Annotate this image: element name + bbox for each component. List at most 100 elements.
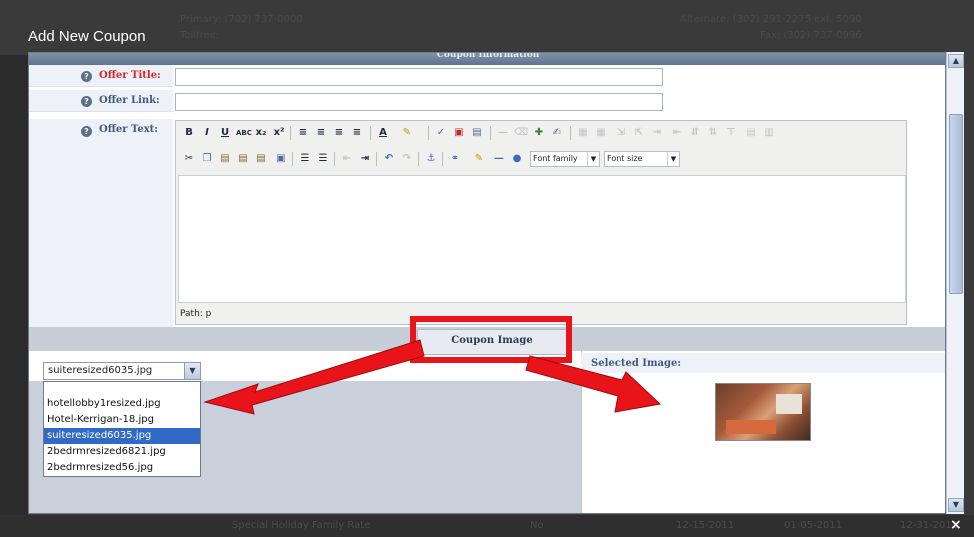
coupon-image-select[interactable]: suiteresized6035.jpg ▼ — [43, 362, 201, 380]
help-icon[interactable]: ? — [81, 96, 92, 107]
paste-icon[interactable]: ▤ — [218, 152, 232, 166]
split-cell-icon[interactable]: ⇵ — [688, 126, 702, 140]
dropdown-option[interactable]: 2bedrmresized6821.jpg — [44, 444, 200, 460]
toolbar-separator — [334, 152, 335, 166]
dropdown-option[interactable]: hotellobby1resized.jpg — [44, 396, 200, 412]
align-center-icon[interactable]: ≡ — [314, 126, 328, 140]
background-table-row: Special Holiday Family Rate No 12-15-201… — [0, 515, 974, 537]
numbered-list-icon[interactable]: ☰ — [316, 152, 330, 166]
dropdown-option[interactable]: Hotel-Kerrigan-18.jpg — [44, 412, 200, 428]
rich-text-editor: B I U ABC x₂ x² ≡ ≡ ≡ ≡ A ✎ ✓ ▣ ▤ — ⌫ ✚ … — [175, 120, 907, 325]
spellcheck-icon[interactable]: ✓ — [434, 126, 448, 140]
select-all-icon[interactable]: ▣ — [274, 152, 288, 166]
offer-title-input[interactable] — [175, 68, 663, 86]
italic-icon[interactable]: I — [200, 126, 214, 140]
highlight-color-icon[interactable]: ✎ — [400, 126, 414, 140]
thumbnail-bed — [726, 420, 776, 434]
offer-text-label-cell: ? Offer Text: — [29, 119, 173, 329]
insert-icon[interactable]: ✚ — [532, 126, 546, 140]
col-insert-icon[interactable]: ⇥ — [650, 126, 664, 140]
background-sidebar — [0, 55, 28, 515]
background-alternate-phone: Alternate: (302) 291-2275 ext. 5090 — [680, 14, 862, 25]
offer-link-label: Offer Link: — [99, 95, 160, 106]
bullet-list-icon[interactable]: ☰ — [298, 152, 312, 166]
redo-icon[interactable]: ↷ — [400, 152, 414, 166]
link-icon[interactable]: ⚭ — [448, 152, 462, 166]
editor-content-area[interactable] — [178, 175, 906, 303]
offer-link-input[interactable] — [175, 93, 663, 111]
font-family-select[interactable]: Font family ▼ — [530, 151, 600, 167]
subscript-icon[interactable]: x₂ — [254, 126, 268, 140]
scroll-down-icon[interactable]: ▼ — [948, 498, 964, 512]
text-color-icon[interactable]: A — [376, 126, 390, 140]
editor-toolbar-row-1: B I U ABC x₂ x² ≡ ≡ ≡ ≡ A ✎ ✓ ▣ ▤ — ⌫ ✚ … — [178, 123, 906, 145]
indent-icon[interactable]: ⇥ — [358, 152, 372, 166]
strikethrough-icon[interactable]: ABC — [236, 126, 252, 140]
dropdown-option[interactable]: 2bedrmresized56.jpg — [44, 460, 200, 476]
col-delete-icon[interactable]: ⇤ — [670, 126, 684, 140]
font-family-value: Font family — [533, 154, 578, 163]
outdent-icon[interactable]: ⇤ — [340, 152, 354, 166]
table-border-icon[interactable]: ▤ — [744, 126, 758, 140]
background-fax: Fax: (302) 737-0996 — [760, 30, 862, 41]
coupon-modal: Coupon Information ? Offer Title: ? Offe… — [28, 52, 946, 514]
offer-link-label-cell: ? Offer Link: — [29, 90, 173, 112]
selected-image-thumbnail — [715, 383, 811, 441]
chevron-down-icon: ▼ — [667, 152, 679, 166]
copy-icon[interactable]: ❐ — [200, 152, 214, 166]
background-row-name: Special Holiday Family Rate — [232, 520, 371, 531]
justify-icon[interactable]: ≡ — [350, 126, 364, 140]
chevron-down-icon[interactable]: ▼ — [184, 363, 200, 379]
scroll-up-icon[interactable]: ▲ — [948, 54, 964, 68]
help-circle-icon[interactable]: ● — [510, 152, 524, 166]
modal-scrollbar[interactable]: ▲ ▼ — [946, 52, 964, 514]
align-right-icon[interactable]: ≡ — [332, 126, 346, 140]
row-insert-icon[interactable]: ⇲ — [614, 126, 628, 140]
cleanup-icon[interactable]: — — [492, 152, 506, 166]
chevron-down-icon: ▼ — [587, 152, 599, 166]
section-title: Coupon Information — [436, 52, 540, 60]
coupon-image-select-value: suiteresized6035.jpg — [48, 365, 153, 376]
dropdown-option-selected[interactable]: suiteresized6035.jpg — [44, 428, 200, 444]
background-row-col2: No — [530, 520, 544, 531]
cut-icon[interactable]: ✂ — [182, 152, 196, 166]
toolbar-separator — [442, 152, 443, 166]
toolbar-separator — [490, 126, 491, 140]
undo-icon[interactable]: ↶ — [382, 152, 396, 166]
scroll-thumb[interactable] — [949, 114, 963, 294]
toolbar-separator — [428, 126, 429, 140]
coupon-image-dropdown: hotellobby1resized.jpg Hotel-Kerrigan-18… — [43, 381, 201, 477]
media-icon[interactable]: ▤ — [470, 126, 484, 140]
help-icon[interactable]: ? — [81, 126, 92, 137]
merge-cell-icon[interactable]: ⇅ — [706, 126, 720, 140]
cell-props-icon[interactable]: ⊤ — [724, 126, 738, 140]
font-size-value: Font size — [607, 154, 643, 163]
anchor-icon[interactable]: ⚓ — [424, 152, 438, 166]
toolbar-separator — [570, 126, 571, 140]
remove-format-icon[interactable]: ⌫ — [514, 126, 528, 140]
coupon-image-header: Coupon Image — [417, 329, 567, 355]
underline-icon[interactable]: U — [218, 126, 232, 140]
row-delete-icon[interactable]: ⇱ — [632, 126, 646, 140]
background-row-date2: 01-05-2011 — [784, 520, 843, 531]
unlink-icon[interactable]: ✎ — [472, 152, 486, 166]
edit-icon[interactable]: ✍ — [550, 126, 564, 140]
toolbar-separator — [376, 152, 377, 166]
align-left-icon[interactable]: ≡ — [296, 126, 310, 140]
close-icon[interactable]: × — [950, 517, 962, 533]
help-icon[interactable]: ? — [81, 71, 92, 82]
paste-text-icon[interactable]: ▤ — [236, 152, 250, 166]
toolbar-separator — [418, 152, 419, 166]
table-props-icon[interactable]: ▦ — [594, 126, 608, 140]
superscript-icon[interactable]: x² — [272, 126, 286, 140]
paste-word-icon[interactable]: ▤ — [254, 152, 268, 166]
table-icon[interactable]: ▦ — [576, 126, 590, 140]
font-size-select[interactable]: Font size ▼ — [604, 151, 680, 167]
horizontal-rule-icon[interactable]: — — [496, 126, 510, 140]
bold-icon[interactable]: B — [182, 126, 196, 140]
image-icon[interactable]: ▣ — [452, 126, 466, 140]
section-header: Coupon Information — [29, 52, 945, 65]
background-tollfree: Tollfree: — [180, 30, 220, 41]
table-delete-icon[interactable]: ▥ — [762, 126, 776, 140]
background-primary-phone: Primary: (702) 737-0000 — [180, 14, 303, 25]
